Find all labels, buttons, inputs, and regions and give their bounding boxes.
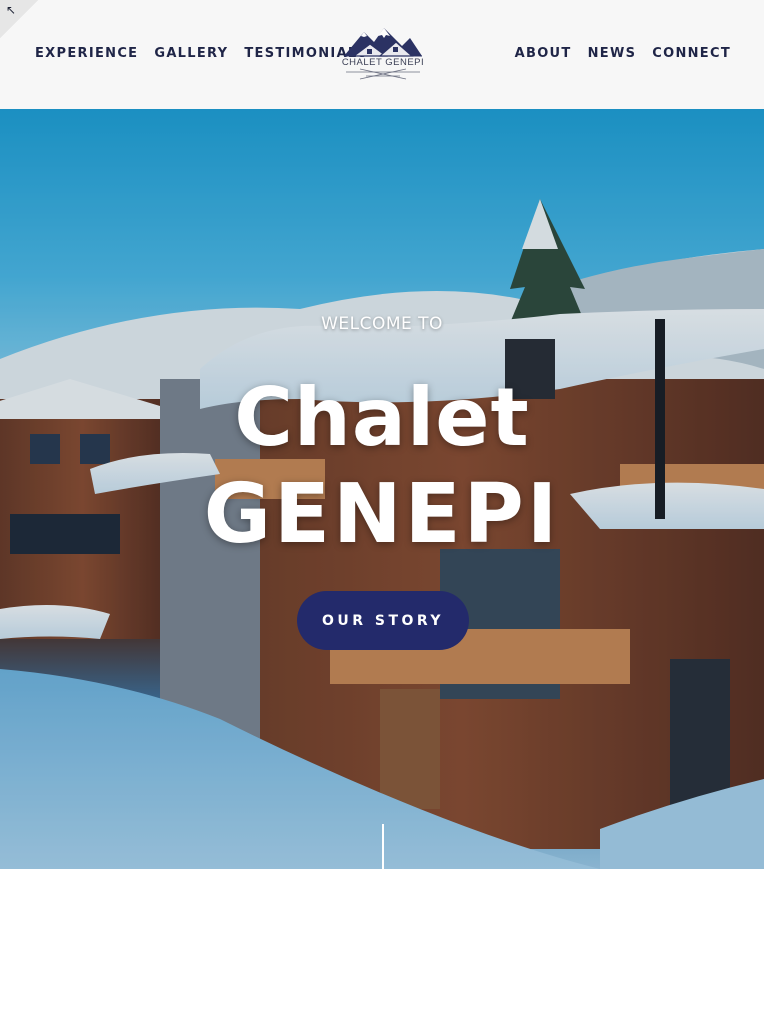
nav-link-connect[interactable]: CONNECT bbox=[652, 46, 731, 61]
arrow-up-left-icon: ↖ bbox=[6, 3, 17, 17]
welcome-text: WELCOME TO bbox=[321, 314, 443, 334]
mountain-chalet-logo-icon bbox=[344, 28, 422, 80]
hero-title-line1: Chalet bbox=[234, 371, 530, 464]
logo[interactable]: CHALET GENEPI bbox=[340, 26, 426, 84]
our-story-button[interactable]: OUR STORY bbox=[297, 591, 469, 650]
logo-text: CHALET GENEPI bbox=[341, 57, 425, 68]
nav-link-experience[interactable]: EXPERIENCE bbox=[35, 46, 138, 61]
content-area bbox=[0, 869, 764, 1022]
corner-toggle[interactable]: ↖ bbox=[0, 0, 38, 38]
nav-left: EXPERIENCE GALLERY TESTIMONIALS bbox=[35, 46, 368, 61]
site-header: EXPERIENCE GALLERY TESTIMONIALS CHALET G… bbox=[0, 0, 764, 109]
hero-section: WELCOME TO Chalet GENEPI OUR STORY bbox=[0, 109, 764, 869]
nav-right: ABOUT NEWS CONNECT bbox=[515, 46, 731, 61]
nav-link-gallery[interactable]: GALLERY bbox=[154, 46, 228, 61]
scroll-indicator[interactable] bbox=[382, 824, 384, 869]
nav-link-news[interactable]: NEWS bbox=[588, 46, 637, 61]
nav-link-about[interactable]: ABOUT bbox=[515, 46, 572, 61]
hero-title-line2: GENEPI bbox=[203, 467, 561, 562]
